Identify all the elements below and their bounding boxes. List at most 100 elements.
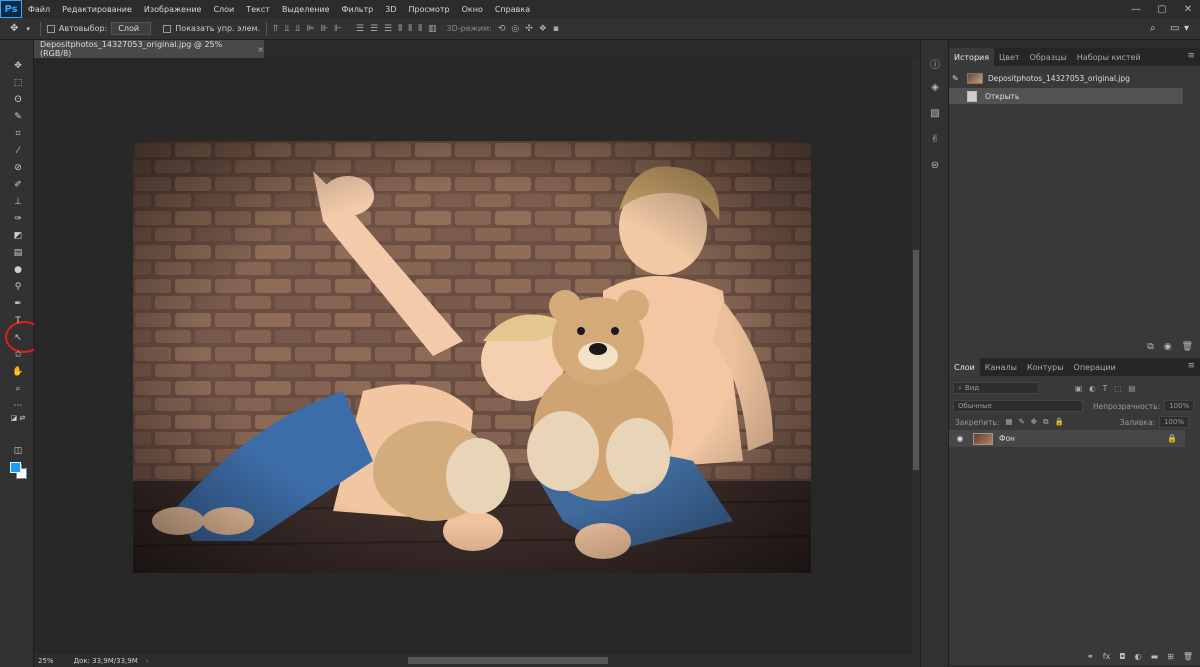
adjustments-icon[interactable]: ◈ [927,82,943,96]
lock-all-icon[interactable]: 🔒 [1054,417,1063,427]
brush-source-icon[interactable]: ✎ [952,74,959,83]
maximize-icon[interactable]: ▢ [1150,0,1174,18]
vertical-scroll-thumb[interactable] [913,250,919,470]
workspace-icon[interactable]: ▭ [1170,23,1179,34]
brush-tool-icon[interactable]: ✐ [10,179,26,191]
delete-layer-icon[interactable]: 🗑 [1183,652,1193,661]
visibility-eye-icon[interactable]: ◉ [953,434,967,443]
menu-type[interactable]: Текст [240,5,276,14]
menu-file[interactable]: Файл [22,5,56,14]
autoselect-dropdown[interactable]: Слой [111,22,152,35]
tab-swatches[interactable]: Образцы [1025,48,1072,66]
adjustment-layer-icon[interactable]: ◐ [1135,652,1142,661]
quick-select-tool-icon[interactable]: ✎ [10,111,26,123]
close-tab-icon[interactable]: × [257,45,264,54]
lock-paint-icon[interactable]: ✎ [1019,417,1025,427]
scale-3d-icon[interactable]: ▪ [553,24,559,34]
lock-position-icon[interactable]: ✥ [1031,417,1037,427]
lock-artboard-icon[interactable]: ⧉ [1043,417,1048,427]
move-tool-icon[interactable]: ✥ [10,60,26,72]
align-top-icon[interactable]: ⫪ [273,24,278,34]
menu-help[interactable]: Справка [489,5,536,14]
status-arrow-icon[interactable]: › [146,657,149,665]
panel-menu-icon[interactable]: ≡ [1187,51,1195,61]
menu-layers[interactable]: Слои [207,5,240,14]
distribute-vcenter-icon[interactable]: ☰ [370,24,378,34]
slide-3d-icon[interactable]: ❖ [539,24,547,34]
new-group-icon[interactable]: ▬ [1151,652,1159,661]
align-hcenter-icon[interactable]: ⊪ [320,24,328,34]
minimize-icon[interactable]: — [1124,0,1148,18]
menu-image[interactable]: Изображение [138,5,208,14]
adjustment-filter-icon[interactable]: ◐ [1089,384,1096,393]
distribute-top-icon[interactable]: ☰ [356,24,364,34]
distribute-right-icon[interactable]: ⦀ [418,24,422,34]
align-bottom-icon[interactable]: ⫫ [295,24,300,34]
chevron-down-icon[interactable]: ▾ [26,25,30,33]
autoselect-checkbox[interactable] [46,24,55,33]
foreground-color-swatch[interactable] [10,462,21,473]
menu-filter[interactable]: Фильтр [336,5,380,14]
snapshot-camera-icon[interactable]: ◉ [1164,342,1172,352]
panel-menu-icon[interactable]: ≡ [1187,361,1195,371]
distribute-left-icon[interactable]: ⦀ [398,24,402,34]
rotate-3d-icon[interactable]: ⟲ [498,24,506,34]
menu-3d[interactable]: 3D [379,5,402,14]
layer-row[interactable]: ◉ Фон 🔒 [949,430,1185,447]
pen-tool-icon[interactable]: ✒ [10,298,26,310]
tab-color[interactable]: Цвет [994,48,1025,66]
opacity-field[interactable]: 100% [1164,400,1195,412]
document-tab[interactable]: Depositphotos_14327053_original.jpg @ 25… [34,40,264,58]
history-snapshot[interactable]: ✎ Depositphotos_14327053_original.jpg [949,70,1200,86]
layer-filter-field[interactable]: ⌕ Вид [953,382,1039,394]
align-left-icon[interactable]: ⊫ [306,24,314,34]
blur-tool-icon[interactable]: ● [10,264,26,276]
close-icon[interactable]: ✕ [1176,0,1200,18]
tab-brush-presets[interactable]: Наборы кистей [1072,48,1146,66]
roll-3d-icon[interactable]: ◎ [511,24,519,34]
horizontal-scroll-thumb[interactable] [408,657,608,664]
dodge-tool-icon[interactable]: ⚲ [10,281,26,293]
menu-window[interactable]: Окно [456,5,489,14]
delete-state-icon[interactable]: 🗑 [1182,342,1193,352]
zoom-tool-icon[interactable]: ⌕ [10,383,26,395]
fx-icon[interactable]: fx [1103,652,1111,661]
align-vcenter-icon[interactable]: ⫫ [284,24,289,34]
distribute-hcenter-icon[interactable]: ⦀ [408,24,412,34]
history-step[interactable]: Открыть [949,88,1183,104]
smart-filter-icon[interactable]: ▤ [1128,384,1135,393]
link-layers-icon[interactable]: ⚭ [1087,652,1094,661]
clone-stamp-tool-icon[interactable]: ⊥ [10,196,26,208]
eyedropper-tool-icon[interactable]: ⁄ [10,145,26,157]
quick-mask-icon[interactable]: ◫ [10,445,26,457]
menu-select[interactable]: Выделение [276,5,336,14]
chevron-down-icon[interactable]: ▾ [1184,23,1189,34]
text-filter-icon[interactable]: T [1103,384,1108,393]
gradient-tool-icon[interactable]: ▤ [10,247,26,259]
image-filter-icon[interactable]: ▣ [1075,384,1082,393]
eraser-tool-icon[interactable]: ◩ [10,230,26,242]
healing-brush-tool-icon[interactable]: ⊘ [10,162,26,174]
fill-field[interactable]: 100% [1158,416,1189,428]
lock-transparent-icon[interactable]: ▦ [1005,417,1012,427]
info-icon[interactable]: ⓘ [927,56,943,71]
tab-actions[interactable]: Операции [1069,358,1121,376]
search-icon[interactable]: ⌕ [1150,23,1156,34]
history-brush-tool-icon[interactable]: ✑ [10,213,26,225]
tab-layers[interactable]: Слои [949,358,980,376]
more-tools-icon[interactable]: ⋯ [10,400,26,412]
lasso-tool-icon[interactable]: ʘ [10,94,26,106]
brush-presets-icon[interactable]: ✌ [927,134,943,148]
document-info[interactable]: Док: 33,9M/33,9M [74,657,138,665]
menu-edit[interactable]: Редактирование [56,5,138,14]
clone-source-icon[interactable]: ⊜ [927,160,943,174]
tab-paths[interactable]: Контуры [1022,358,1069,376]
path-select-tool-icon[interactable]: ↖ [10,332,26,344]
zoom-level[interactable]: 25% [38,657,54,665]
show-transform-checkbox[interactable] [163,24,172,33]
auto-align-icon[interactable]: ▥ [428,24,437,34]
drag-3d-icon[interactable]: ✣ [525,24,533,34]
tab-history[interactable]: История [949,48,995,66]
hand-tool-icon[interactable]: ✋ [10,366,26,378]
move-tool-icon[interactable]: ✥ [10,23,18,34]
